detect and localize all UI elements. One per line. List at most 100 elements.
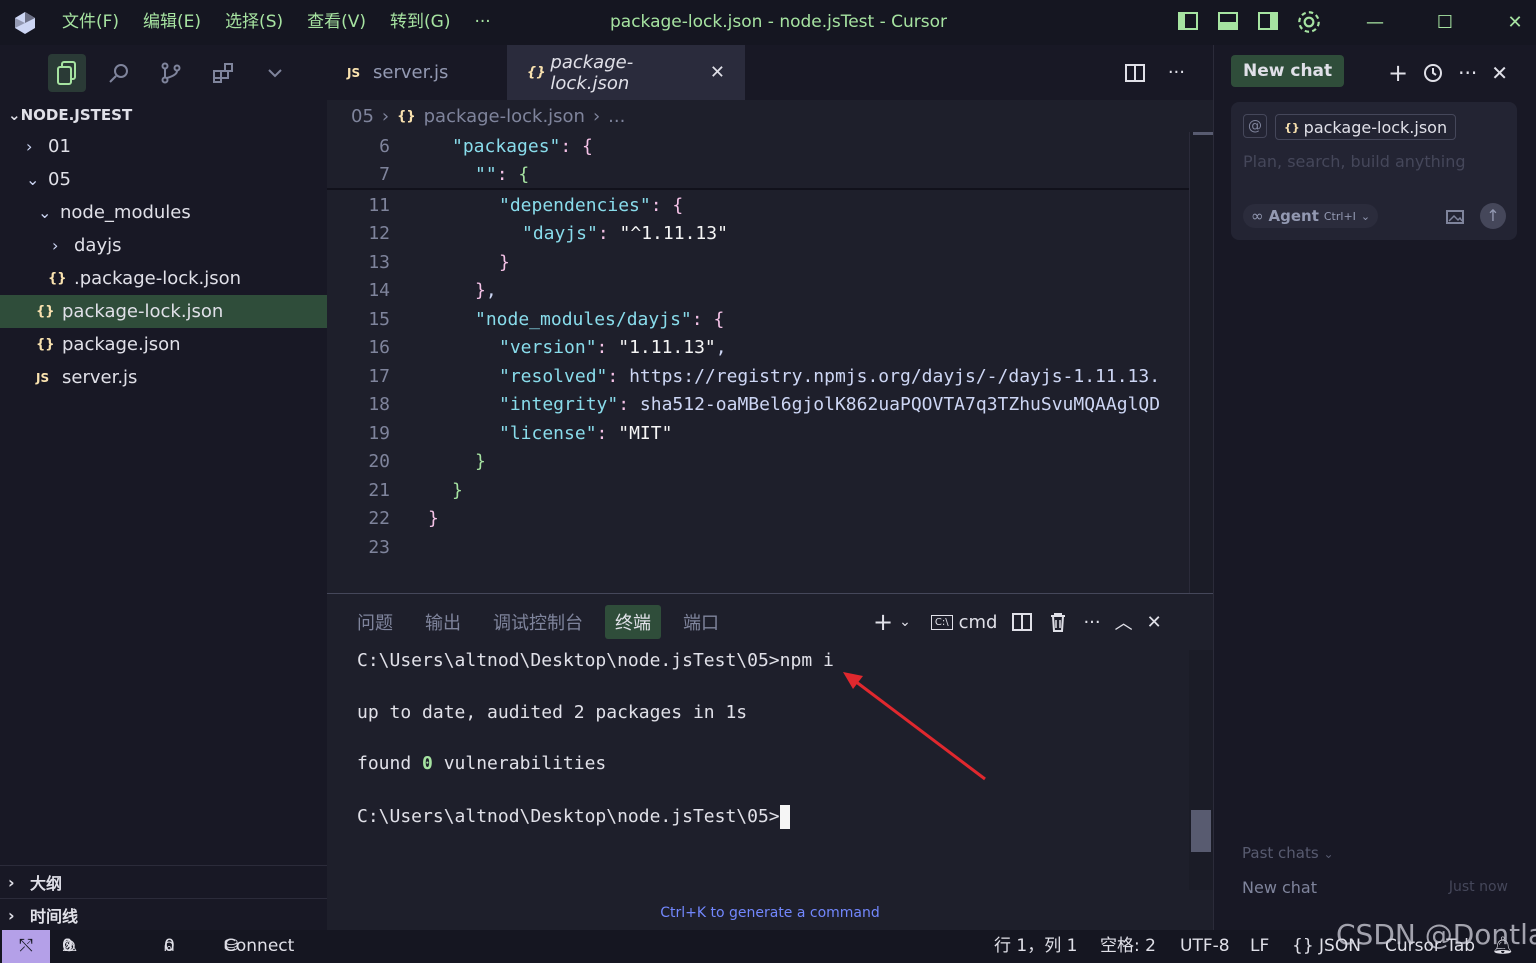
menu-more[interactable]: ··· — [462, 0, 502, 45]
close-window-icon[interactable]: ✕ — [1480, 0, 1536, 45]
settings-gear-icon[interactable] — [1296, 9, 1322, 35]
terminal-line: found 0 vulnerabilities — [357, 753, 606, 774]
chat-input[interactable]: Plan, search, build anything — [1243, 152, 1466, 171]
editor-scrollbar[interactable] — [1189, 132, 1213, 593]
tab-problems[interactable]: 问题 — [347, 605, 403, 639]
image-attach-icon[interactable] — [1445, 208, 1465, 226]
outline-section[interactable]: › 大纲 — [0, 865, 327, 898]
code-line: 12 "dayjs": "^1.11.13" — [327, 220, 728, 248]
tab-terminal[interactable]: 终端 — [605, 605, 661, 639]
breadcrumb-more[interactable]: ... — [608, 106, 625, 127]
context-chip[interactable]: {} package-lock.json — [1275, 114, 1457, 140]
terminal-dropdown-chevron-icon[interactable]: ⌄ — [899, 614, 911, 630]
menu-view[interactable]: 查看(V) — [295, 0, 378, 45]
tab-output[interactable]: 输出 — [415, 605, 471, 639]
indentation[interactable]: 空格: 2 — [1100, 930, 1156, 963]
menu-edit[interactable]: 编辑(E) — [131, 0, 213, 45]
tree-folder-dayjs[interactable]: › dayjs — [0, 229, 327, 262]
cursor-window: 文件(F) 编辑(E) 选择(S) 查看(V) 转到(G) ··· packag… — [0, 0, 1536, 963]
editor-tabs: JS server.js {} package-lock.json ✕ ··· — [327, 45, 1213, 100]
line-number: 6 — [379, 135, 390, 157]
activity-bar — [0, 45, 327, 100]
tree-folder-05[interactable]: ⌄ 05 — [0, 163, 327, 196]
code-editor[interactable]: 6 "packages": { 7 "": { 11 "dependencies"… — [327, 132, 1213, 593]
explorer-root-header[interactable]: ⌄ NODE.JSTEST — [0, 100, 327, 130]
encoding[interactable]: UTF-8 — [1180, 930, 1230, 963]
mode-selector[interactable]: ∞ Agent Ctrl+I ⌄ — [1243, 204, 1379, 228]
panel-more-icon[interactable]: ··· — [1083, 612, 1100, 633]
timeline-section[interactable]: › 时间线 — [0, 898, 327, 931]
code-line: 19 "license": "MIT" — [327, 419, 672, 447]
past-chats-toggle[interactable]: Past chats ⌄ — [1242, 844, 1334, 862]
split-editor-icon[interactable] — [1124, 62, 1146, 84]
menu-file[interactable]: 文件(F) — [50, 0, 131, 45]
add-chat-icon[interactable]: + — [1388, 59, 1408, 87]
terminal-scrollbar[interactable] — [1189, 650, 1213, 890]
editor-more-icon[interactable]: ··· — [1168, 62, 1185, 83]
minimize-icon[interactable]: — — [1340, 0, 1410, 45]
tree-label: .package-lock.json — [74, 268, 242, 289]
tree-file-dot-package-lock[interactable]: {} .package-lock.json — [0, 262, 327, 295]
maximize-panel-chevron-icon[interactable]: ︿ — [1115, 609, 1133, 635]
add-context-at-icon[interactable]: @ — [1243, 114, 1267, 138]
terminal-shell-label[interactable]: cmd — [959, 612, 998, 633]
chevron-down-icon: ⌄ — [8, 106, 21, 124]
json-file-icon: {} — [1284, 120, 1300, 134]
tree-folder-01[interactable]: › 01 — [0, 130, 327, 163]
tab-server-js[interactable]: JS server.js — [327, 45, 507, 100]
js-file-icon: JS — [36, 370, 50, 385]
terminal-hint: Ctrl+K to generate a command — [660, 905, 880, 921]
scrollbar-thumb[interactable] — [1193, 132, 1213, 135]
send-arrow-icon[interactable]: ↑ — [1480, 203, 1506, 229]
tab-ports[interactable]: 端口 — [673, 605, 729, 639]
tree-file-server-js[interactable]: JS server.js — [0, 361, 327, 394]
past-chat-item[interactable]: New chat Just now — [1242, 878, 1508, 897]
context-chip-label: package-lock.json — [1303, 117, 1448, 137]
tab-label: package-lock.json — [550, 51, 634, 94]
close-tab-icon[interactable]: ✕ — [710, 62, 725, 83]
remote-indicator-icon[interactable]: ⤲ — [2, 930, 50, 963]
tab-debug-console[interactable]: 调试控制台 — [483, 605, 593, 639]
tree-folder-node-modules[interactable]: ⌄ node_modules — [0, 196, 327, 229]
split-terminal-icon[interactable] — [1011, 611, 1033, 633]
code-line: 20} — [327, 448, 486, 476]
history-icon[interactable] — [1422, 62, 1444, 84]
search-icon[interactable] — [100, 54, 138, 92]
chat-more-icon[interactable]: ··· — [1458, 61, 1477, 85]
source-control-icon[interactable] — [152, 54, 190, 92]
line-number: 17 — [368, 365, 390, 387]
js-file-icon: JS — [347, 65, 361, 80]
prompt-text: C:\Users\altnod\Desktop\node.jsTest\05> — [357, 806, 780, 827]
toggle-secondary-sidebar-icon[interactable] — [1256, 9, 1280, 33]
tab-package-lock[interactable]: {} package-lock.json ✕ — [507, 45, 745, 100]
json-file-icon: {} — [36, 337, 55, 352]
new-terminal-icon[interactable]: + — [873, 608, 893, 636]
close-chat-icon[interactable]: ✕ — [1491, 61, 1508, 85]
line-number: 16 — [368, 337, 390, 358]
explorer-icon[interactable] — [48, 53, 86, 92]
menu-selection[interactable]: 选择(S) — [213, 0, 295, 45]
cursor-position[interactable]: 行 1，列 1 — [994, 930, 1077, 963]
outline-label: 大纲 — [30, 874, 63, 893]
code-line: 6 "packages": { — [327, 132, 593, 160]
terminal-output[interactable]: C:\Users\altnod\Desktop\node.jsTest\05>n… — [327, 650, 1189, 910]
more-views-chevron-icon[interactable] — [256, 54, 294, 92]
extensions-icon[interactable] — [204, 54, 242, 92]
toggle-primary-sidebar-icon[interactable] — [1176, 9, 1200, 33]
breadcrumb-file[interactable]: package-lock.json — [424, 106, 585, 127]
toggle-panel-icon[interactable] — [1216, 9, 1240, 33]
tree-file-package-json[interactable]: {} package.json — [0, 328, 327, 361]
maximize-icon[interactable]: ☐ — [1410, 0, 1480, 45]
new-chat-tab[interactable]: New chat — [1231, 55, 1345, 87]
breadcrumb-folder[interactable]: 05 — [351, 106, 374, 127]
terminal-line: up to date, audited 2 packages in 1s — [357, 702, 748, 723]
kill-terminal-trash-icon[interactable] — [1047, 611, 1069, 633]
end-of-line[interactable]: LF — [1250, 930, 1269, 963]
close-panel-icon[interactable]: ✕ — [1147, 612, 1162, 633]
menu-go[interactable]: 转到(G) — [378, 0, 462, 45]
tree-file-package-lock[interactable]: {} package-lock.json — [0, 295, 327, 328]
code-line: 17 "resolved": https://registry.npmjs.org… — [327, 362, 1160, 390]
ports-count: 0 — [164, 936, 175, 956]
code-line: 13} — [327, 248, 510, 276]
code-text: } — [428, 508, 439, 529]
